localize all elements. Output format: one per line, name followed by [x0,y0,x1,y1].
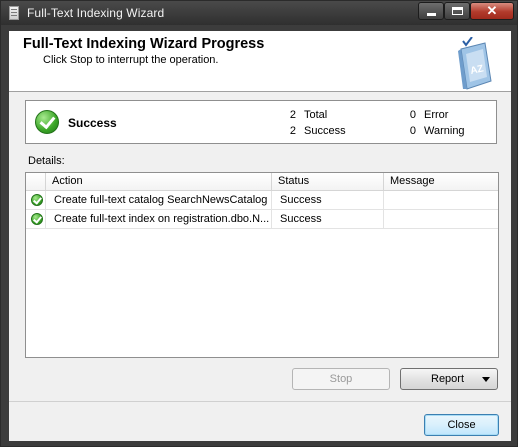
minimize-icon [427,13,436,16]
success-check-icon [35,110,59,134]
total-count: 2 [289,109,296,121]
icon-column-header [26,173,46,190]
success-count: 2 [289,125,296,137]
close-button[interactable]: Close [424,414,499,436]
overall-status: Success [68,116,117,130]
maximize-button[interactable] [444,2,470,20]
row-icon-cell [26,191,46,210]
page-title: Full-Text Indexing Wizard Progress [23,36,265,52]
table-row[interactable]: Create full-text index on registration.d… [26,210,498,229]
message-cell[interactable] [384,210,498,229]
app-icon [9,6,19,20]
details-label: Details: [28,155,65,167]
error-count: 0 [409,109,416,121]
close-icon: ✕ [486,3,498,18]
status-cell: Success [272,210,384,229]
book-az-icon: AZ [458,37,492,90]
action-cell: Create full-text index on registration.d… [46,210,272,229]
column-header-message[interactable]: Message [384,173,498,190]
footer-divider [9,401,511,402]
stop-button[interactable]: Stop [292,368,390,390]
warning-count: 0 [409,125,416,137]
total-label: Total [304,109,328,121]
success-label: Success [304,125,346,137]
maximize-icon [452,7,463,15]
error-label: Error [424,109,449,121]
message-cell[interactable] [384,191,498,210]
window-title: Full-Text Indexing Wizard [27,6,165,20]
report-button-label: Report [431,373,465,385]
wizard-header: Full-Text Indexing Wizard Progress Click… [9,31,511,92]
success-check-icon [31,194,43,206]
title-bar[interactable]: Full-Text Indexing Wizard ✕ [1,1,517,25]
summary-panel: Success 2 Total 2 Success 0 Error 0 Warn… [25,100,497,144]
action-cell: Create full-text catalog SearchNewsCatal… [46,191,272,210]
chevron-down-icon [482,377,490,382]
table-header: Action Status Message [26,173,498,191]
warning-label: Warning [424,125,465,137]
report-button[interactable]: Report [400,368,498,390]
row-icon-cell [26,210,46,229]
dialog-body: Full-Text Indexing Wizard Progress Click… [9,31,511,441]
table-row[interactable]: Create full-text catalog SearchNewsCatal… [26,191,498,210]
column-header-status[interactable]: Status [272,173,384,190]
success-check-icon [31,213,43,225]
column-header-action[interactable]: Action [46,173,272,190]
status-cell: Success [272,191,384,210]
page-subtitle: Click Stop to interrupt the operation. [43,54,219,66]
details-table[interactable]: Action Status Message Create full-text c… [25,172,499,358]
minimize-button[interactable] [418,2,444,20]
wizard-window: Full-Text Indexing Wizard ✕ Full-Text In… [0,0,518,447]
window-close-button[interactable]: ✕ [470,2,514,20]
